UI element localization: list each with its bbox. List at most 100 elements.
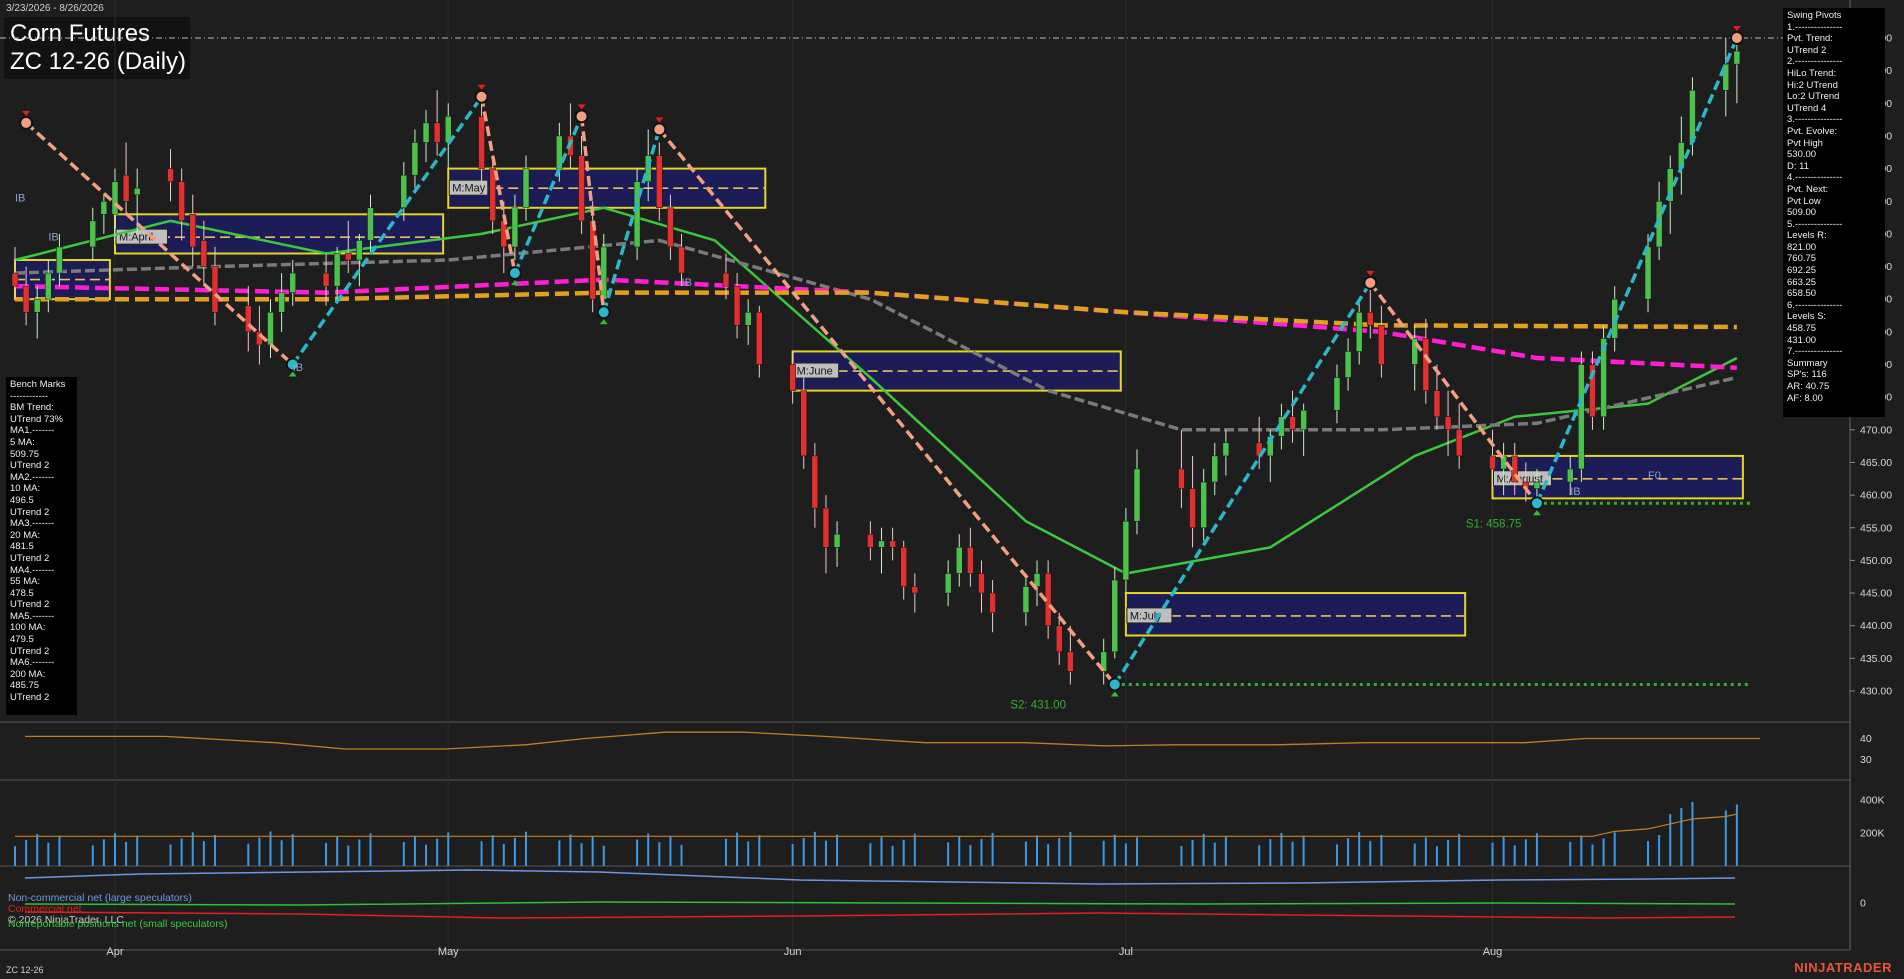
candle-body bbox=[911, 586, 919, 594]
support-level-label: S1: 458.75 bbox=[1466, 518, 1522, 530]
candle-body bbox=[789, 364, 796, 391]
volume-tick-label: 200K bbox=[1860, 828, 1885, 840]
marker-label: F0 bbox=[1648, 470, 1661, 482]
y-tick-label: 430.00 bbox=[1860, 686, 1892, 698]
pivot-marker bbox=[574, 109, 589, 124]
candle-body bbox=[433, 122, 441, 143]
candle-body bbox=[1355, 312, 1363, 352]
marker-label: IB bbox=[1570, 486, 1580, 498]
candle-body bbox=[1733, 50, 1741, 65]
bench-line: MA1.------- bbox=[10, 425, 55, 437]
candle-body bbox=[422, 122, 430, 143]
candle-body bbox=[944, 573, 952, 594]
support-level-label: S2: 431.00 bbox=[1010, 699, 1066, 711]
oscillator-line bbox=[25, 731, 1760, 750]
candle-body bbox=[267, 312, 274, 346]
x-tick-label: Jul bbox=[1119, 946, 1133, 958]
pivot-marker bbox=[1529, 496, 1544, 511]
bench-line: UTrend 73% bbox=[10, 413, 63, 425]
candle-body bbox=[878, 540, 885, 548]
candle-body bbox=[889, 540, 896, 548]
swing-line: UTrend 4 bbox=[1787, 102, 1827, 114]
bench-marks-panel: Bench Marks ------------ BM Trend: UTrend 7… bbox=[6, 377, 77, 715]
candle-body bbox=[322, 272, 330, 287]
volume-average-line bbox=[15, 813, 1738, 837]
swing-line: HiLo Trend: bbox=[1787, 67, 1837, 79]
swing-line: 431.00 bbox=[1787, 334, 1817, 346]
swing-line: UTrend 2 bbox=[1787, 44, 1827, 56]
bench-line: 100 MA: bbox=[10, 622, 46, 634]
candle-body bbox=[100, 201, 108, 215]
candle-body bbox=[1533, 481, 1541, 489]
y-tick-label: 445.00 bbox=[1860, 588, 1892, 600]
candle-body bbox=[478, 116, 485, 169]
pivot-high-arrow bbox=[22, 110, 31, 116]
bench-line: MA3.------- bbox=[10, 518, 55, 530]
candle-body bbox=[1422, 338, 1430, 391]
pivot-high-arrow bbox=[655, 117, 664, 123]
candle-body bbox=[489, 168, 496, 222]
swing-line: 821.00 bbox=[1787, 241, 1817, 253]
y-tick-label: 455.00 bbox=[1860, 522, 1892, 534]
candle-body bbox=[811, 455, 819, 509]
swing-line: Lo:2 UTrend bbox=[1787, 91, 1840, 103]
candle-body bbox=[1578, 364, 1585, 470]
bench-line: BM Trend: bbox=[10, 402, 54, 414]
pivot-high-arrow bbox=[1366, 270, 1375, 276]
candle-body bbox=[189, 214, 196, 248]
candle-body bbox=[333, 253, 341, 287]
bench-line: 496.5 bbox=[10, 494, 34, 506]
candle-body bbox=[1344, 351, 1352, 378]
bench-line: UTrend 2 bbox=[10, 645, 50, 657]
pivot-marker bbox=[507, 266, 522, 281]
swing-line: Hi:2 UTrend bbox=[1787, 79, 1838, 91]
candle-body bbox=[956, 547, 963, 574]
candle-body bbox=[278, 292, 285, 313]
y-tick-label: 465.00 bbox=[1860, 457, 1892, 469]
swing-line bbox=[1368, 281, 1539, 505]
swing-line: 6.--------------- bbox=[1787, 299, 1843, 311]
pivot-high-arrow bbox=[577, 104, 586, 110]
bench-line: ------------ bbox=[10, 390, 48, 402]
candle-body bbox=[556, 135, 563, 169]
cot-noncommercial-line bbox=[24, 869, 1736, 885]
pivot-low-arrow bbox=[1532, 510, 1541, 516]
candle-body bbox=[22, 285, 30, 313]
bench-line: MA5.------- bbox=[10, 610, 55, 622]
bench-line: MA2.------- bbox=[10, 471, 55, 483]
y-tick-label: 460.00 bbox=[1860, 490, 1892, 502]
x-tick-label: Jun bbox=[784, 946, 802, 958]
candle-body bbox=[1122, 520, 1130, 581]
candle-body bbox=[867, 534, 874, 548]
bench-line: MA4.------- bbox=[10, 564, 55, 576]
swing-line: Pvt. Trend: bbox=[1787, 33, 1833, 45]
candle-body bbox=[211, 266, 219, 313]
candle-body bbox=[822, 507, 830, 548]
candle-body bbox=[722, 272, 730, 287]
candle-body bbox=[1111, 579, 1119, 653]
pivot-marker bbox=[474, 89, 489, 104]
candle-body bbox=[1133, 468, 1141, 522]
swing-line: 4.--------------- bbox=[1787, 172, 1843, 184]
candle-body bbox=[744, 312, 752, 326]
swing-line: Swing Pivots bbox=[1787, 10, 1842, 21]
candle-body bbox=[1178, 468, 1185, 489]
bench-line: 55 MA: bbox=[10, 576, 41, 588]
bench-line: 5 MA: bbox=[10, 436, 35, 448]
price-chart[interactable]: 430.00 435.00 440.00 445.00 450.00 455.00 460.… bbox=[0, 0, 1904, 979]
marker-label: IB bbox=[682, 277, 692, 289]
swing-line: Pvt Low bbox=[1787, 195, 1821, 207]
candle-body bbox=[356, 240, 363, 261]
candle-body bbox=[1378, 325, 1385, 365]
swing-line: 658.50 bbox=[1787, 288, 1817, 300]
candle-body bbox=[1200, 481, 1207, 529]
x-tick-label: Apr bbox=[106, 946, 123, 958]
candle-body bbox=[511, 207, 519, 248]
bench-line: 10 MA: bbox=[10, 483, 41, 495]
swing-line: 663.25 bbox=[1787, 276, 1817, 288]
pivot-low-arrow bbox=[1110, 691, 1119, 697]
swing-line: D: 11 bbox=[1787, 160, 1810, 172]
swing-line: 760.75 bbox=[1787, 253, 1817, 265]
bench-line: 478.5 bbox=[10, 587, 34, 599]
pivot-low-arrow bbox=[599, 319, 608, 325]
